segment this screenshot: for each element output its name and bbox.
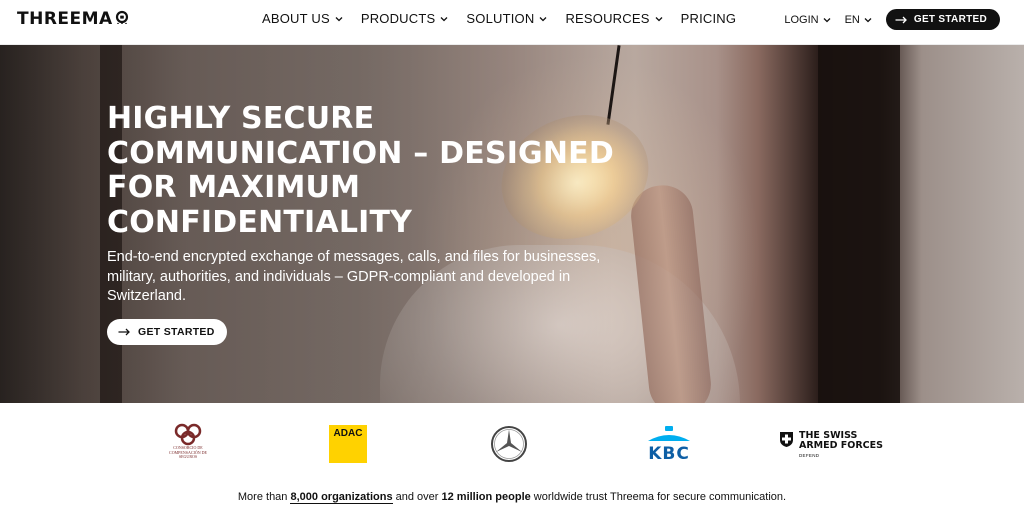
trust-statement: More than 8,000 organizations and over 1… [0, 491, 1024, 504]
nav-resources[interactable]: RESOURCES [565, 11, 663, 26]
nav-label: ABOUT US [262, 11, 330, 26]
hero-title: HIGHLY SECURE COMMUNICATION – DESIGNED F… [107, 101, 614, 240]
cta-label: GET STARTED [138, 326, 215, 338]
consorcio-emblem-icon [174, 423, 202, 446]
trust-prefix: More than [237, 491, 291, 503]
chevron-down-icon [864, 17, 872, 22]
customer-logos: CONSORCIO DE COMPENSACIÓN DE SEGUROS ADA… [0, 403, 1024, 483]
hero-section: HIGHLY SECURE COMMUNICATION – DESIGNED F… [0, 45, 1024, 403]
mercedes-logo [490, 425, 528, 463]
nav-label: PRODUCTS [360, 11, 436, 26]
consorcio-caption: CONSORCIO DE COMPENSACIÓN DE SEGUROS [169, 445, 207, 459]
chevron-down-icon [539, 16, 547, 21]
swiss-name-line2: ARMED FORCES [799, 439, 883, 451]
swiss-shield-icon [780, 432, 793, 447]
kbc-logo: KBC [646, 426, 692, 464]
header-actions: LOGIN EN GET STARTED [784, 9, 1000, 30]
nav-solution[interactable]: SOLUTION [466, 11, 547, 26]
swiss-text: THE SWISS ARMED FORCES DEFEND [799, 431, 883, 458]
nav-label: RESOURCES [565, 11, 650, 26]
kbc-emblem-icon [648, 426, 690, 441]
chevron-down-icon [440, 16, 448, 21]
login-label: LOGIN [784, 13, 819, 26]
adac-text: ADAC [333, 428, 363, 439]
logo-text: THREEMA [17, 9, 113, 29]
trust-middle: and over [392, 491, 442, 503]
site-header: THREEMA ABOUT US PRODUCTS SOLUTION RESOU… [0, 0, 1024, 45]
arrow-right-icon [895, 16, 907, 23]
header-get-started-button[interactable]: GET STARTED [885, 9, 1000, 30]
swiss-armed-forces-logo: THE SWISS ARMED FORCES DEFEND [779, 431, 883, 458]
nav-pricing[interactable]: PRICING [681, 11, 737, 26]
trust-suffix: worldwide trust Threema for secure commu… [530, 491, 787, 503]
lock-icon [115, 10, 128, 24]
trust-orgs-link[interactable]: 8,000 organizations [290, 491, 393, 504]
threema-logo[interactable]: THREEMA [17, 9, 129, 29]
hero-subtitle: End-to-end encrypted exchange of message… [107, 249, 601, 304]
main-nav: ABOUT US PRODUCTS SOLUTION RESOURCES PRI… [262, 11, 736, 26]
chevron-down-icon [655, 16, 663, 21]
mercedes-star-icon [491, 426, 527, 462]
nav-products[interactable]: PRODUCTS [361, 11, 449, 26]
language-dropdown[interactable]: EN [845, 14, 872, 26]
kbc-text: KBC [648, 444, 690, 464]
nav-label: PRICING [680, 11, 737, 26]
login-dropdown[interactable]: LOGIN [784, 13, 831, 26]
nav-about-us[interactable]: ABOUT US [262, 11, 343, 26]
adac-logo: ADAC [329, 425, 367, 463]
nav-label: SOLUTION [466, 11, 535, 26]
swiss-tagline: DEFEND [799, 453, 820, 458]
chevron-down-icon [823, 17, 831, 22]
hero-get-started-button[interactable]: GET STARTED [107, 319, 227, 345]
language-label: EN [844, 13, 860, 26]
chevron-down-icon [335, 16, 343, 21]
trust-people: 12 million people [441, 491, 531, 503]
arrow-right-icon [118, 328, 130, 336]
cta-label: GET STARTED [913, 14, 987, 25]
consorcio-logo: CONSORCIO DE COMPENSACIÓN DE SEGUROS [166, 422, 210, 460]
